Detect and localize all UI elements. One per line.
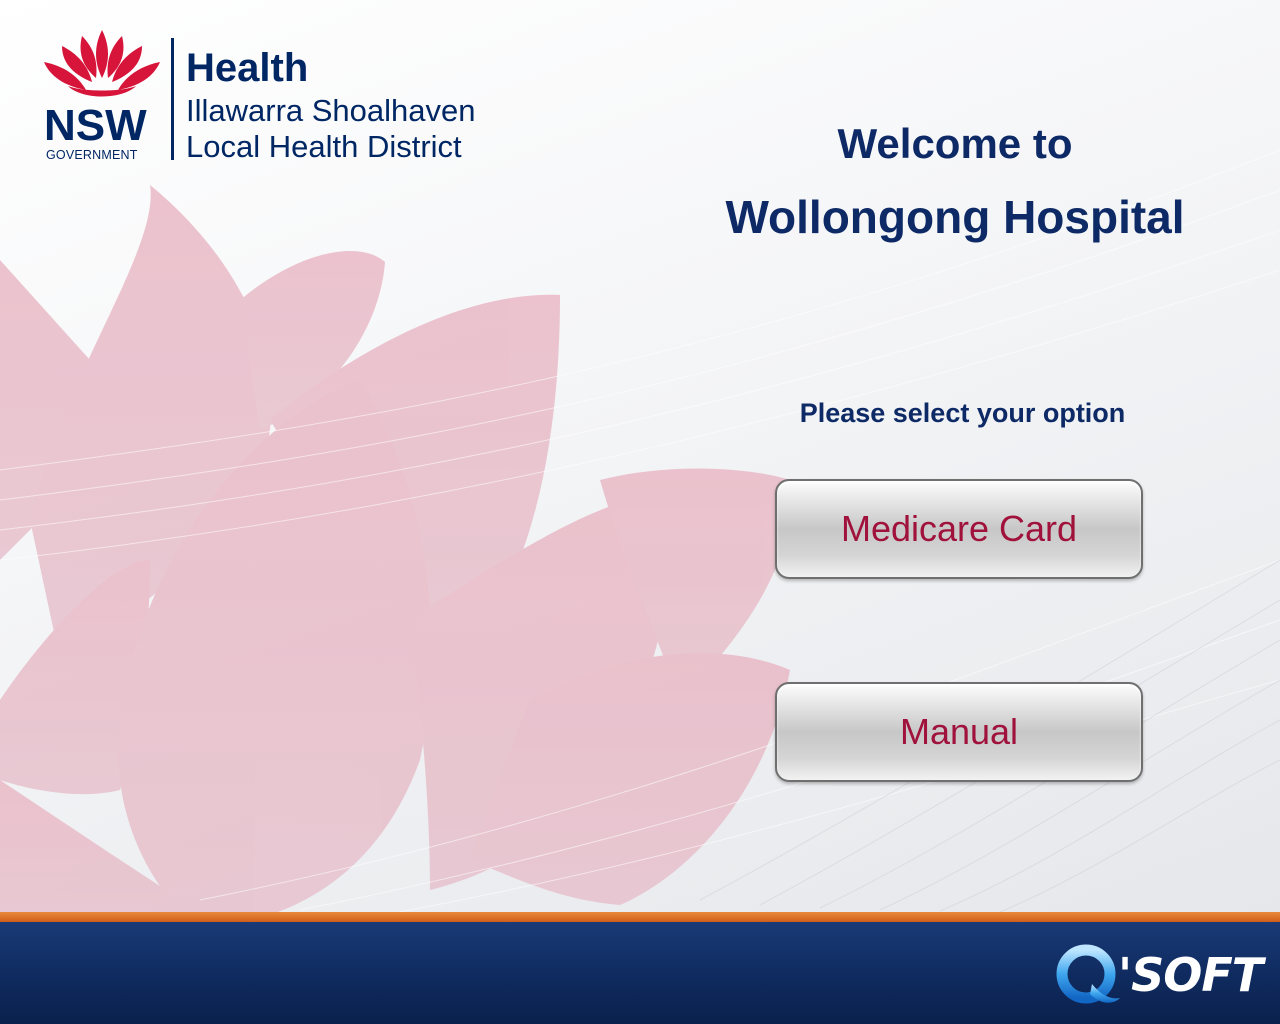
hospital-name-heading: Wollongong Hospital: [725, 191, 1185, 243]
district-name-line1: Illawarra Shoalhaven: [186, 93, 476, 128]
kiosk-screen: NSW GOVERNMENT Health Illawarra Shoalhav…: [0, 0, 1280, 1024]
footer-accent-stripe: [0, 912, 1280, 922]
select-option-prompt: Please select your option: [799, 398, 1126, 428]
district-name-line2: Local Health District: [186, 129, 462, 164]
nsw-wordmark: NSW: [44, 101, 147, 150]
nsw-health-logo: NSW GOVERNMENT Health Illawarra Shoalhav…: [38, 28, 518, 168]
qsoft-wordmark: 'SOFT: [1118, 948, 1263, 1002]
manual-button-label: Manual: [899, 711, 1019, 752]
waratah-icon: [44, 30, 160, 97]
health-wordmark: Health: [186, 46, 309, 90]
logo-divider: [171, 38, 174, 160]
medicare-card-button-label: Medicare Card: [840, 508, 1078, 549]
government-wordmark: GOVERNMENT: [46, 148, 138, 162]
qsoft-q-icon: [1056, 944, 1120, 1004]
medicare-card-button[interactable]: Medicare Card: [775, 479, 1143, 579]
manual-button[interactable]: Manual: [775, 682, 1143, 782]
qsoft-logo: 'SOFT: [1056, 944, 1263, 1010]
welcome-heading: Welcome to: [837, 120, 1073, 167]
